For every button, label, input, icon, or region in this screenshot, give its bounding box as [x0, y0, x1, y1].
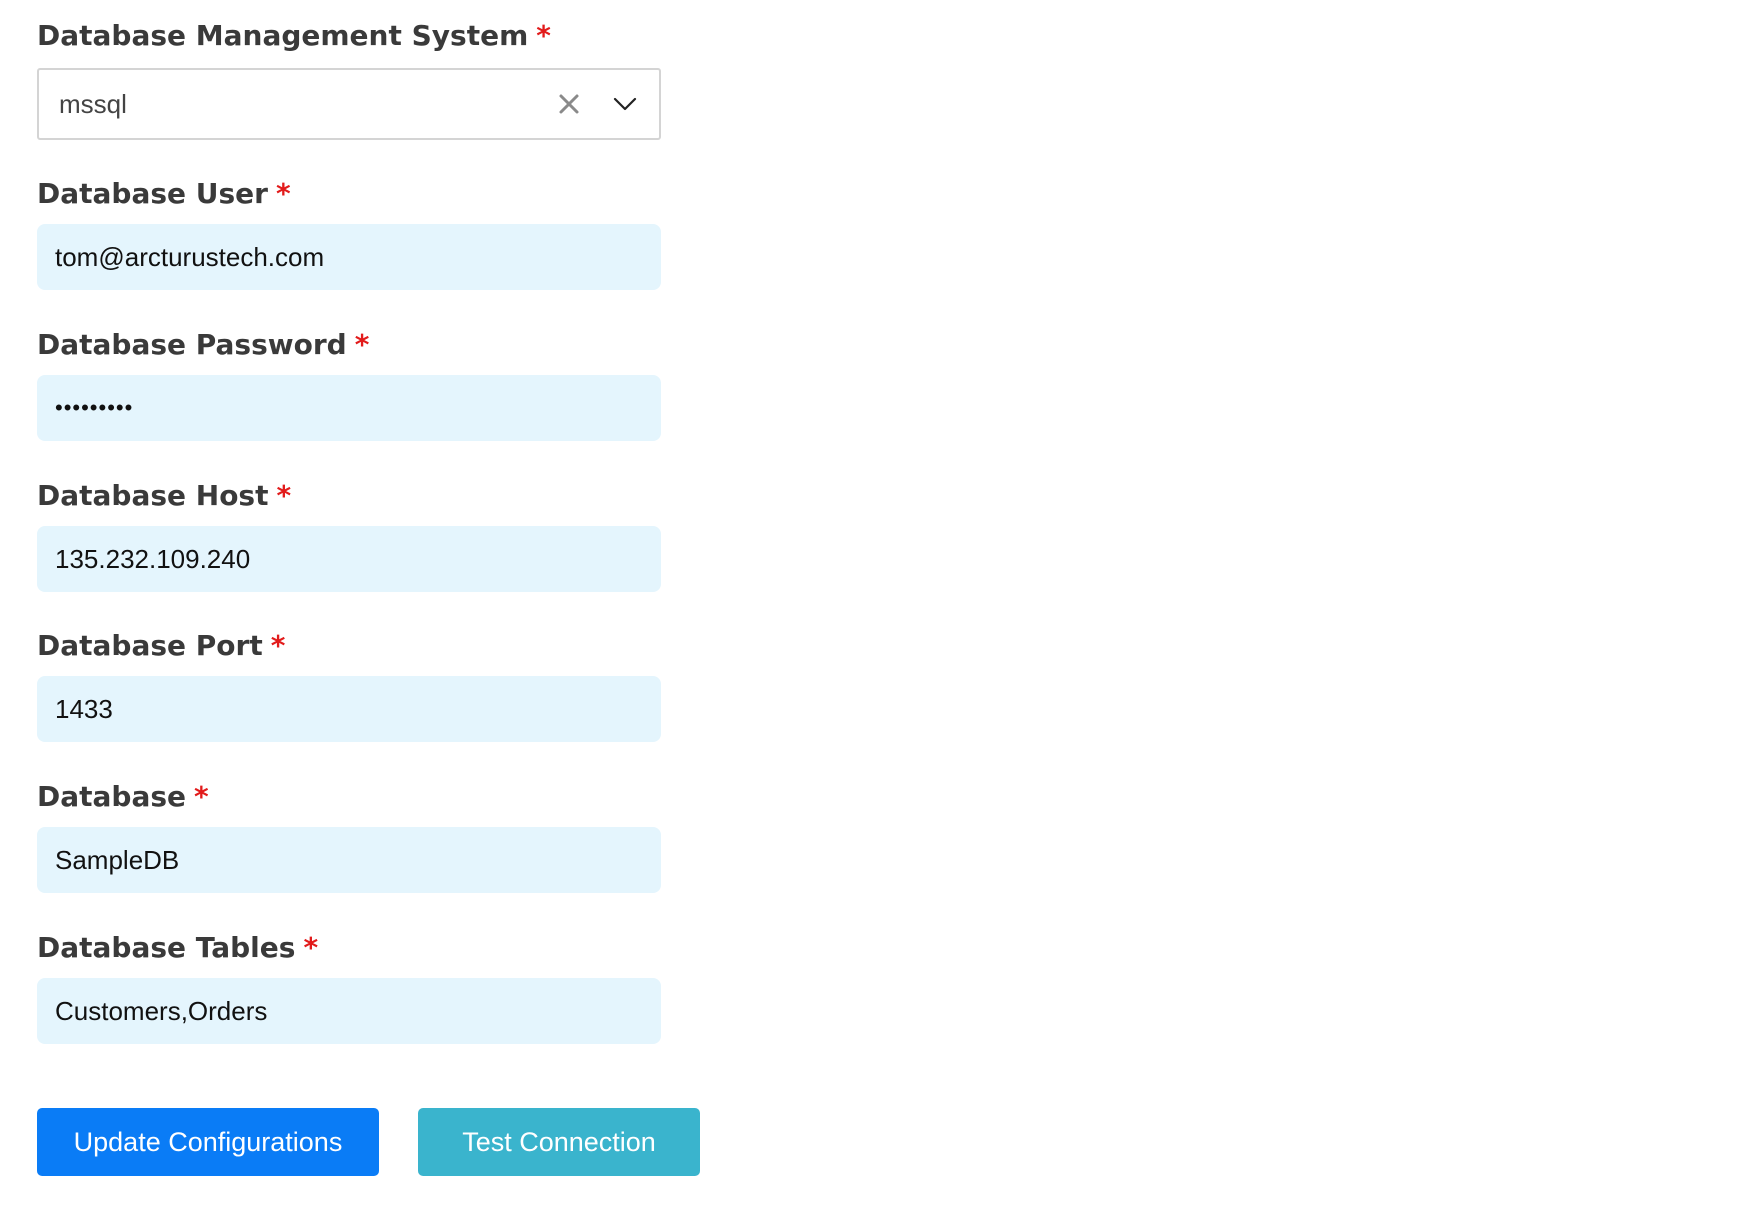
host-label: Database Host	[37, 479, 269, 512]
port-label: Database Port	[37, 629, 263, 662]
dbms-select[interactable]: mssql	[37, 68, 661, 140]
dbms-label-row: Database Management System *	[37, 16, 661, 56]
dbms-selected-value: mssql	[59, 89, 127, 119]
required-indicator: *	[536, 19, 551, 52]
password-label-row: Database Password *	[37, 325, 661, 365]
required-indicator: *	[303, 931, 319, 964]
database-label: Database	[37, 780, 187, 813]
required-indicator: *	[354, 328, 370, 361]
database-field: Database * SampleDB	[37, 777, 661, 893]
host-label-row: Database Host *	[37, 476, 661, 516]
chevron-down-icon[interactable]	[613, 94, 637, 114]
port-label-row: Database Port *	[37, 626, 661, 666]
database-label-row: Database *	[37, 777, 661, 817]
user-input[interactable]: tom@arcturustech.com	[37, 224, 661, 290]
user-field: Database User * tom@arcturustech.com	[37, 174, 661, 290]
user-label-row: Database User *	[37, 174, 661, 214]
required-indicator: *	[275, 177, 291, 210]
close-icon[interactable]	[557, 92, 581, 116]
tables-field: Database Tables * Customers,Orders	[37, 928, 661, 1044]
password-input[interactable]: •••••••••	[37, 375, 661, 441]
port-field: Database Port * 1433	[37, 626, 661, 742]
user-label: Database User	[37, 177, 268, 210]
host-input[interactable]: 135.232.109.240	[37, 526, 661, 592]
database-input[interactable]: SampleDB	[37, 827, 661, 893]
dbms-label: Database Management System	[37, 19, 529, 52]
tables-label: Database Tables	[37, 931, 296, 964]
update-configurations-button[interactable]: Update Configurations	[37, 1108, 379, 1176]
required-indicator: *	[270, 629, 286, 662]
test-connection-button[interactable]: Test Connection	[418, 1108, 700, 1176]
dbms-field: Database Management System * mssql	[37, 16, 661, 140]
host-field: Database Host * 135.232.109.240	[37, 476, 661, 592]
tables-label-row: Database Tables *	[37, 928, 661, 968]
password-field: Database Password * •••••••••	[37, 325, 661, 441]
port-input[interactable]: 1433	[37, 676, 661, 742]
tables-input[interactable]: Customers,Orders	[37, 978, 661, 1044]
required-indicator: *	[194, 780, 209, 813]
password-label: Database Password	[37, 328, 347, 361]
required-indicator: *	[276, 479, 292, 512]
